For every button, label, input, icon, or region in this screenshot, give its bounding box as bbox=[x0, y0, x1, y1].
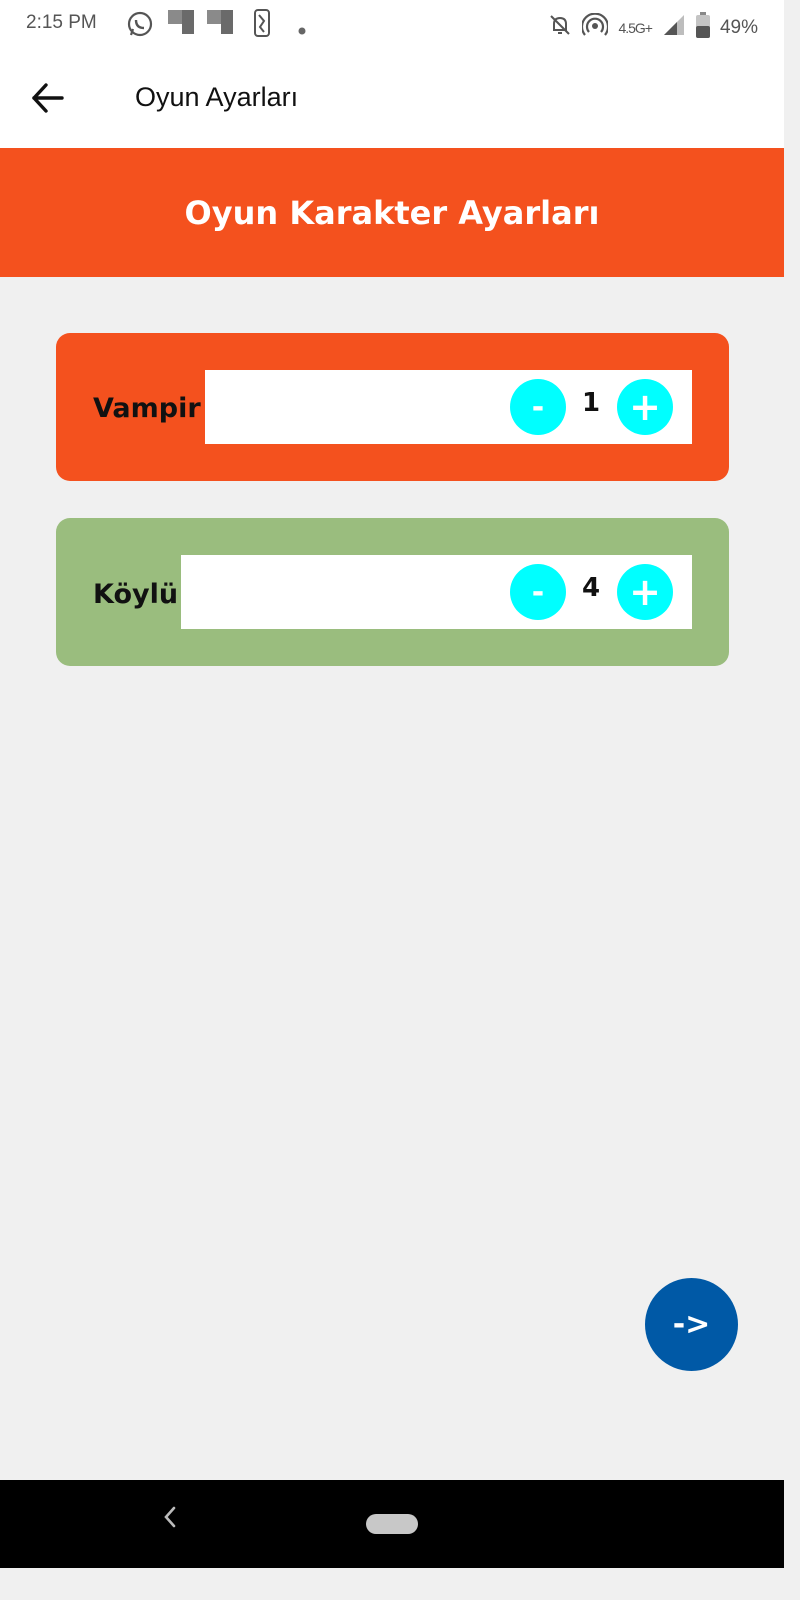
page-title: Oyun Ayarları bbox=[135, 82, 299, 112]
character-label: Vampir bbox=[93, 393, 201, 424]
mute-icon bbox=[548, 13, 572, 43]
banner-title: Oyun Karakter Ayarları bbox=[184, 193, 600, 232]
screen: 2:15 PM 4.5G+ 49% Oyun Ayarları Oyun Kar… bbox=[0, 0, 784, 1568]
system-nav-bar bbox=[0, 1480, 784, 1568]
network-type: 4.5G+ bbox=[618, 20, 653, 36]
battery-icon bbox=[695, 12, 710, 44]
section-banner: Oyun Karakter Ayarları bbox=[0, 148, 784, 277]
character-count: 1 bbox=[581, 388, 601, 418]
status-right: 4.5G+ 49% bbox=[548, 12, 758, 44]
increment-button[interactable]: + bbox=[617, 379, 673, 435]
character-card-vampir: Vampir - 1 + bbox=[56, 333, 729, 481]
nav-back-icon[interactable] bbox=[160, 1502, 180, 1540]
increment-button[interactable]: + bbox=[617, 564, 673, 620]
status-bar: 2:15 PM 4.5G+ 49% bbox=[0, 0, 784, 48]
decrement-button[interactable]: - bbox=[510, 564, 566, 620]
character-stepper: - 1 + bbox=[205, 370, 692, 444]
signal-icon bbox=[662, 13, 686, 43]
back-button[interactable] bbox=[26, 78, 70, 118]
status-time: 2:15 PM bbox=[26, 12, 97, 33]
next-button-label: -> bbox=[672, 1307, 711, 1342]
nba-icon bbox=[254, 9, 270, 43]
whatsapp-icon bbox=[126, 10, 154, 44]
arrow-left-icon bbox=[26, 83, 70, 122]
character-stepper: - 4 + bbox=[181, 555, 692, 629]
dot-icon bbox=[298, 19, 306, 41]
character-label: Köylü bbox=[93, 579, 179, 610]
hotspot-icon bbox=[581, 12, 610, 43]
decrement-button[interactable]: - bbox=[510, 379, 566, 435]
character-count: 4 bbox=[581, 573, 601, 603]
nav-home-pill[interactable] bbox=[366, 1514, 418, 1534]
next-button[interactable]: -> bbox=[645, 1278, 738, 1371]
app-bar: Oyun Ayarları bbox=[0, 48, 784, 148]
character-card-koylu: Köylü - 4 + bbox=[56, 518, 729, 666]
battery-percent: 49% bbox=[719, 17, 758, 38]
